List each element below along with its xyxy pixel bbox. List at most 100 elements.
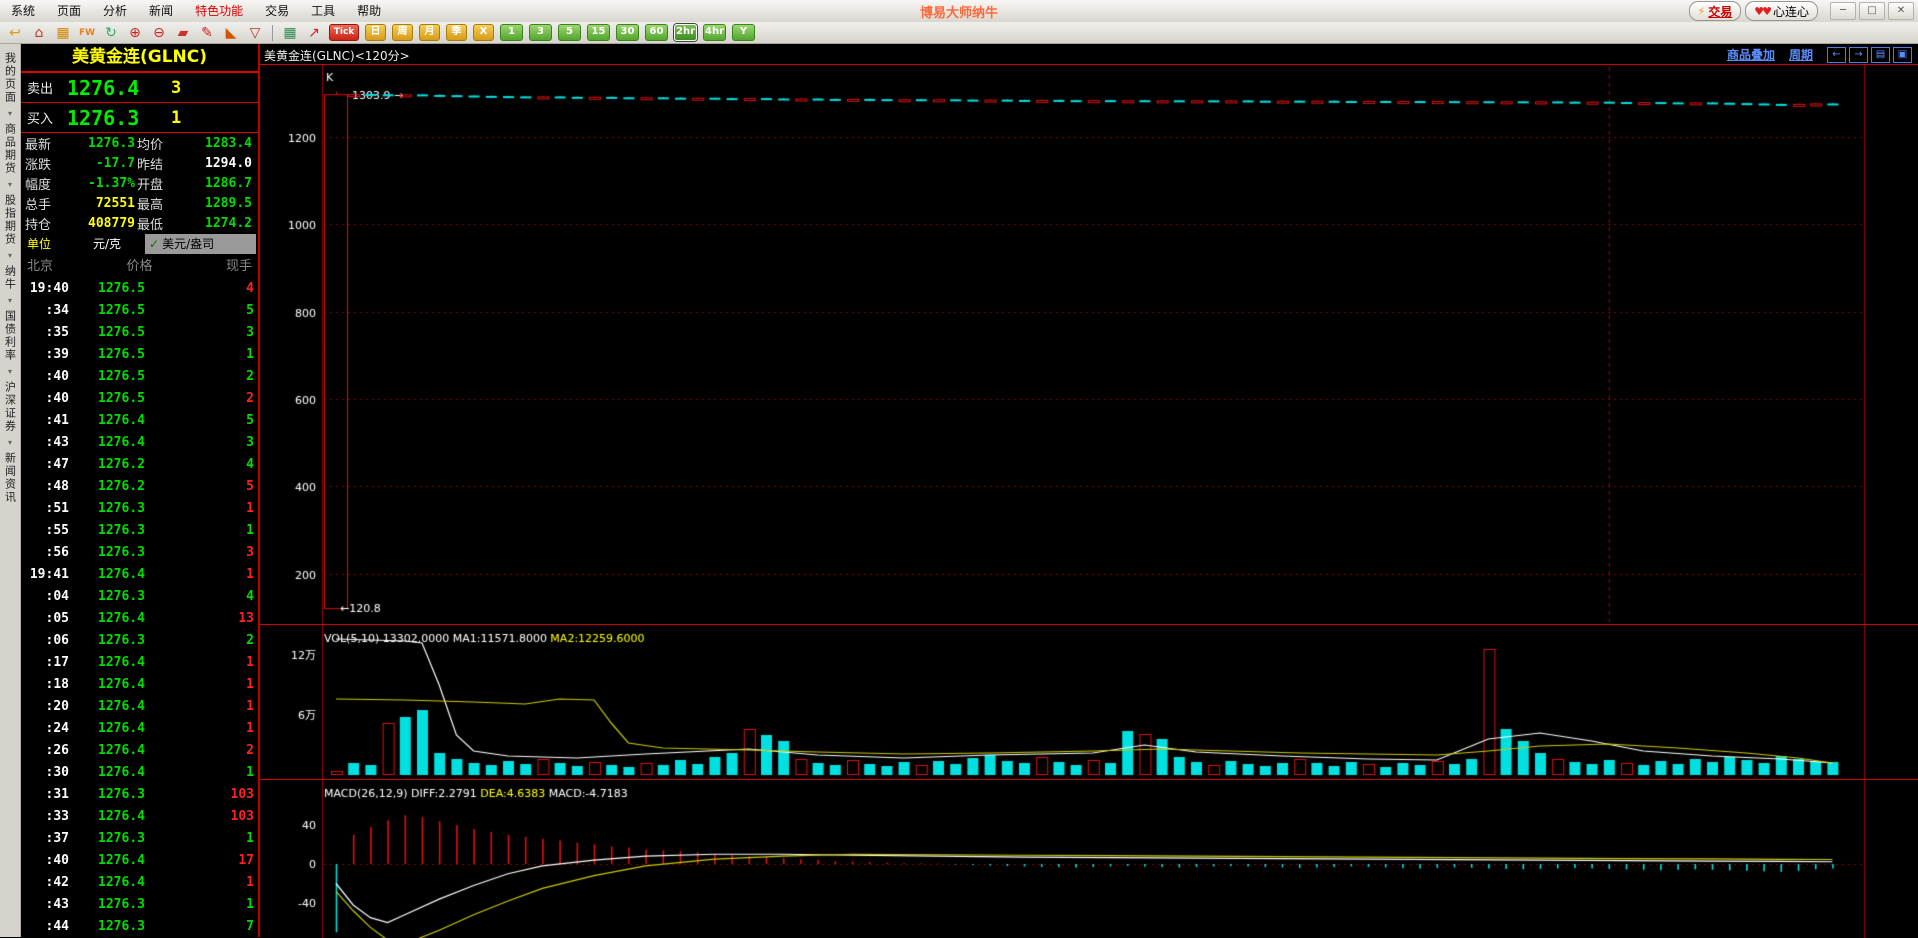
tick-price: 1276.4 [69, 410, 145, 432]
tick-time: :43 [21, 432, 69, 454]
period-button-60[interactable]: 60 [645, 24, 668, 41]
minimize-button[interactable]: ─ [1830, 2, 1856, 20]
window-title-bar: 系统页面分析新闻特色功能交易工具帮助 博易大师纳牛 ⚡ 交易 ♥♥ 心连心 ─□… [0, 0, 1918, 23]
tick-chart-button[interactable]: Tick [329, 24, 359, 41]
period-button-1[interactable]: 1 [500, 24, 523, 41]
eraser-icon[interactable]: ▰ [174, 24, 192, 42]
period-button-Y[interactable]: Y [732, 24, 755, 41]
period-button-月[interactable]: 月 [419, 24, 440, 41]
split-window-button[interactable]: ▤ [1871, 47, 1890, 63]
ask-qty: 3 [171, 78, 181, 98]
tick-price: 1276.3 [69, 586, 145, 608]
period-button-季[interactable]: 季 [446, 24, 467, 41]
sidebar-tab-我的页面[interactable]: 我的页面 [1, 52, 20, 104]
volume-canvas[interactable] [260, 625, 1918, 779]
back-icon[interactable]: ↩ [6, 24, 24, 42]
heart-connect-button[interactable]: ♥♥ 心连心 [1745, 1, 1818, 21]
menu-item-分析[interactable]: 分析 [92, 1, 138, 22]
tick-row: :351276.53 [21, 322, 258, 344]
period-button-3[interactable]: 3 [529, 24, 552, 41]
period-button-日[interactable]: 日 [365, 24, 386, 41]
tick-col-lots: 现手 [177, 256, 252, 278]
tick-time: 19:41 [21, 564, 69, 586]
pencil-icon[interactable]: ✎ [198, 24, 216, 42]
tick-price: 1276.3 [69, 542, 145, 564]
zoom-in-icon[interactable]: ⊕ [126, 24, 144, 42]
menu-item-工具[interactable]: 工具 [300, 1, 346, 22]
sidebar-tab-沪深证券[interactable]: 沪深证券 [1, 381, 20, 433]
toolbar-separator [272, 25, 273, 41]
tick-time: :20 [21, 696, 69, 718]
stat-value: -17.7 [61, 156, 137, 171]
stat-label: 持仓 [25, 214, 61, 233]
sidebar-tab-股指期货[interactable]: 股指期货 [1, 194, 20, 246]
sidebar-tab-新闻资讯[interactable]: 新闻资讯 [1, 452, 20, 504]
menu-item-新闻[interactable]: 新闻 [138, 1, 184, 22]
tick-row: :301276.41 [21, 762, 258, 784]
stat-label: 开盘 [137, 174, 179, 193]
sidebar-tab-国债利率[interactable]: 国债利率 [1, 310, 20, 362]
tick-row: :391276.51 [21, 344, 258, 366]
tick-time: :56 [21, 542, 69, 564]
tick-price: 1276.2 [69, 454, 145, 476]
funnel-icon[interactable]: ▽ [246, 24, 264, 42]
tick-row: :431276.43 [21, 432, 258, 454]
home-icon[interactable]: ⌂ [30, 24, 48, 42]
trend-line-icon[interactable]: ↗ [305, 24, 323, 42]
stat-label: 最高 [137, 194, 179, 213]
overlay-link[interactable]: 商品叠加 [1727, 46, 1775, 63]
tick-lots: 5 [145, 410, 254, 432]
restore-button[interactable]: □ [1859, 2, 1885, 20]
tick-price: 1276.4 [69, 762, 145, 784]
period-button-15[interactable]: 15 [587, 24, 610, 41]
tick-row: :311276.3103 [21, 784, 258, 806]
sidebar-tab-纳牛[interactable]: 纳牛 [1, 265, 20, 291]
tick-time: :42 [21, 872, 69, 894]
tick-lots: 1 [145, 828, 254, 850]
prev-window-button[interactable]: ← [1827, 47, 1846, 63]
kline-pane [260, 65, 1918, 624]
tick-price: 1276.4 [69, 564, 145, 586]
tick-row: :411276.45 [21, 410, 258, 432]
close-button[interactable]: ✕ [1888, 2, 1914, 20]
fw-icon[interactable]: FW [78, 24, 96, 42]
horn-icon[interactable]: ◣ [222, 24, 240, 42]
period-button-X[interactable]: X [473, 24, 494, 41]
unit-option-usd[interactable]: ✓美元/盎司 [145, 234, 256, 254]
menu-item-交易[interactable]: 交易 [254, 1, 300, 22]
period-button-4hr[interactable]: 4hr [703, 24, 726, 41]
macd-canvas[interactable] [260, 780, 1918, 938]
zoom-out-icon[interactable]: ⊖ [150, 24, 168, 42]
sidebar-tab-商品期货[interactable]: 商品期货 [1, 123, 20, 175]
next-window-button[interactable]: → [1849, 47, 1868, 63]
period-button-周[interactable]: 周 [392, 24, 413, 41]
menu-item-页面[interactable]: 页面 [46, 1, 92, 22]
tick-time: :43 [21, 894, 69, 916]
maximize-window-button[interactable]: ▣ [1893, 47, 1912, 63]
kline-canvas[interactable] [260, 65, 1918, 624]
menu-item-帮助[interactable]: 帮助 [346, 1, 392, 22]
calendar-icon[interactable]: ▦ [54, 24, 72, 42]
tick-lots: 3 [145, 542, 254, 564]
tick-price: 1276.2 [69, 476, 145, 498]
period-link[interactable]: 周期 [1789, 46, 1813, 63]
quote-grid-icon[interactable]: ▦ [281, 24, 299, 42]
tick-lots: 7 [145, 916, 254, 938]
unit-label: 单位 [27, 233, 51, 255]
stats-row: 最新1276.3均价1283.4 [21, 133, 258, 153]
unit-option-yuan[interactable]: 元/克 [93, 233, 121, 255]
menu-item-特色功能[interactable]: 特色功能 [184, 1, 254, 22]
tick-time: :55 [21, 520, 69, 542]
refresh-icon[interactable]: ↻ [102, 24, 120, 42]
tick-time: :34 [21, 300, 69, 322]
stat-value: 1276.3 [61, 136, 137, 151]
tab-arrow-icon: ▾ [8, 367, 12, 376]
contract-title: 美黄金连(GLNC) [21, 44, 258, 73]
menu-item-系统[interactable]: 系统 [0, 1, 46, 22]
period-button-5[interactable]: 5 [558, 24, 581, 41]
period-button-2hr[interactable]: 2hr [674, 24, 697, 41]
tick-time: :48 [21, 476, 69, 498]
trade-button[interactable]: ⚡ 交易 [1689, 1, 1742, 21]
period-button-30[interactable]: 30 [616, 24, 639, 41]
chart-title: 美黄金连(GLNC)<120分> [264, 47, 410, 64]
